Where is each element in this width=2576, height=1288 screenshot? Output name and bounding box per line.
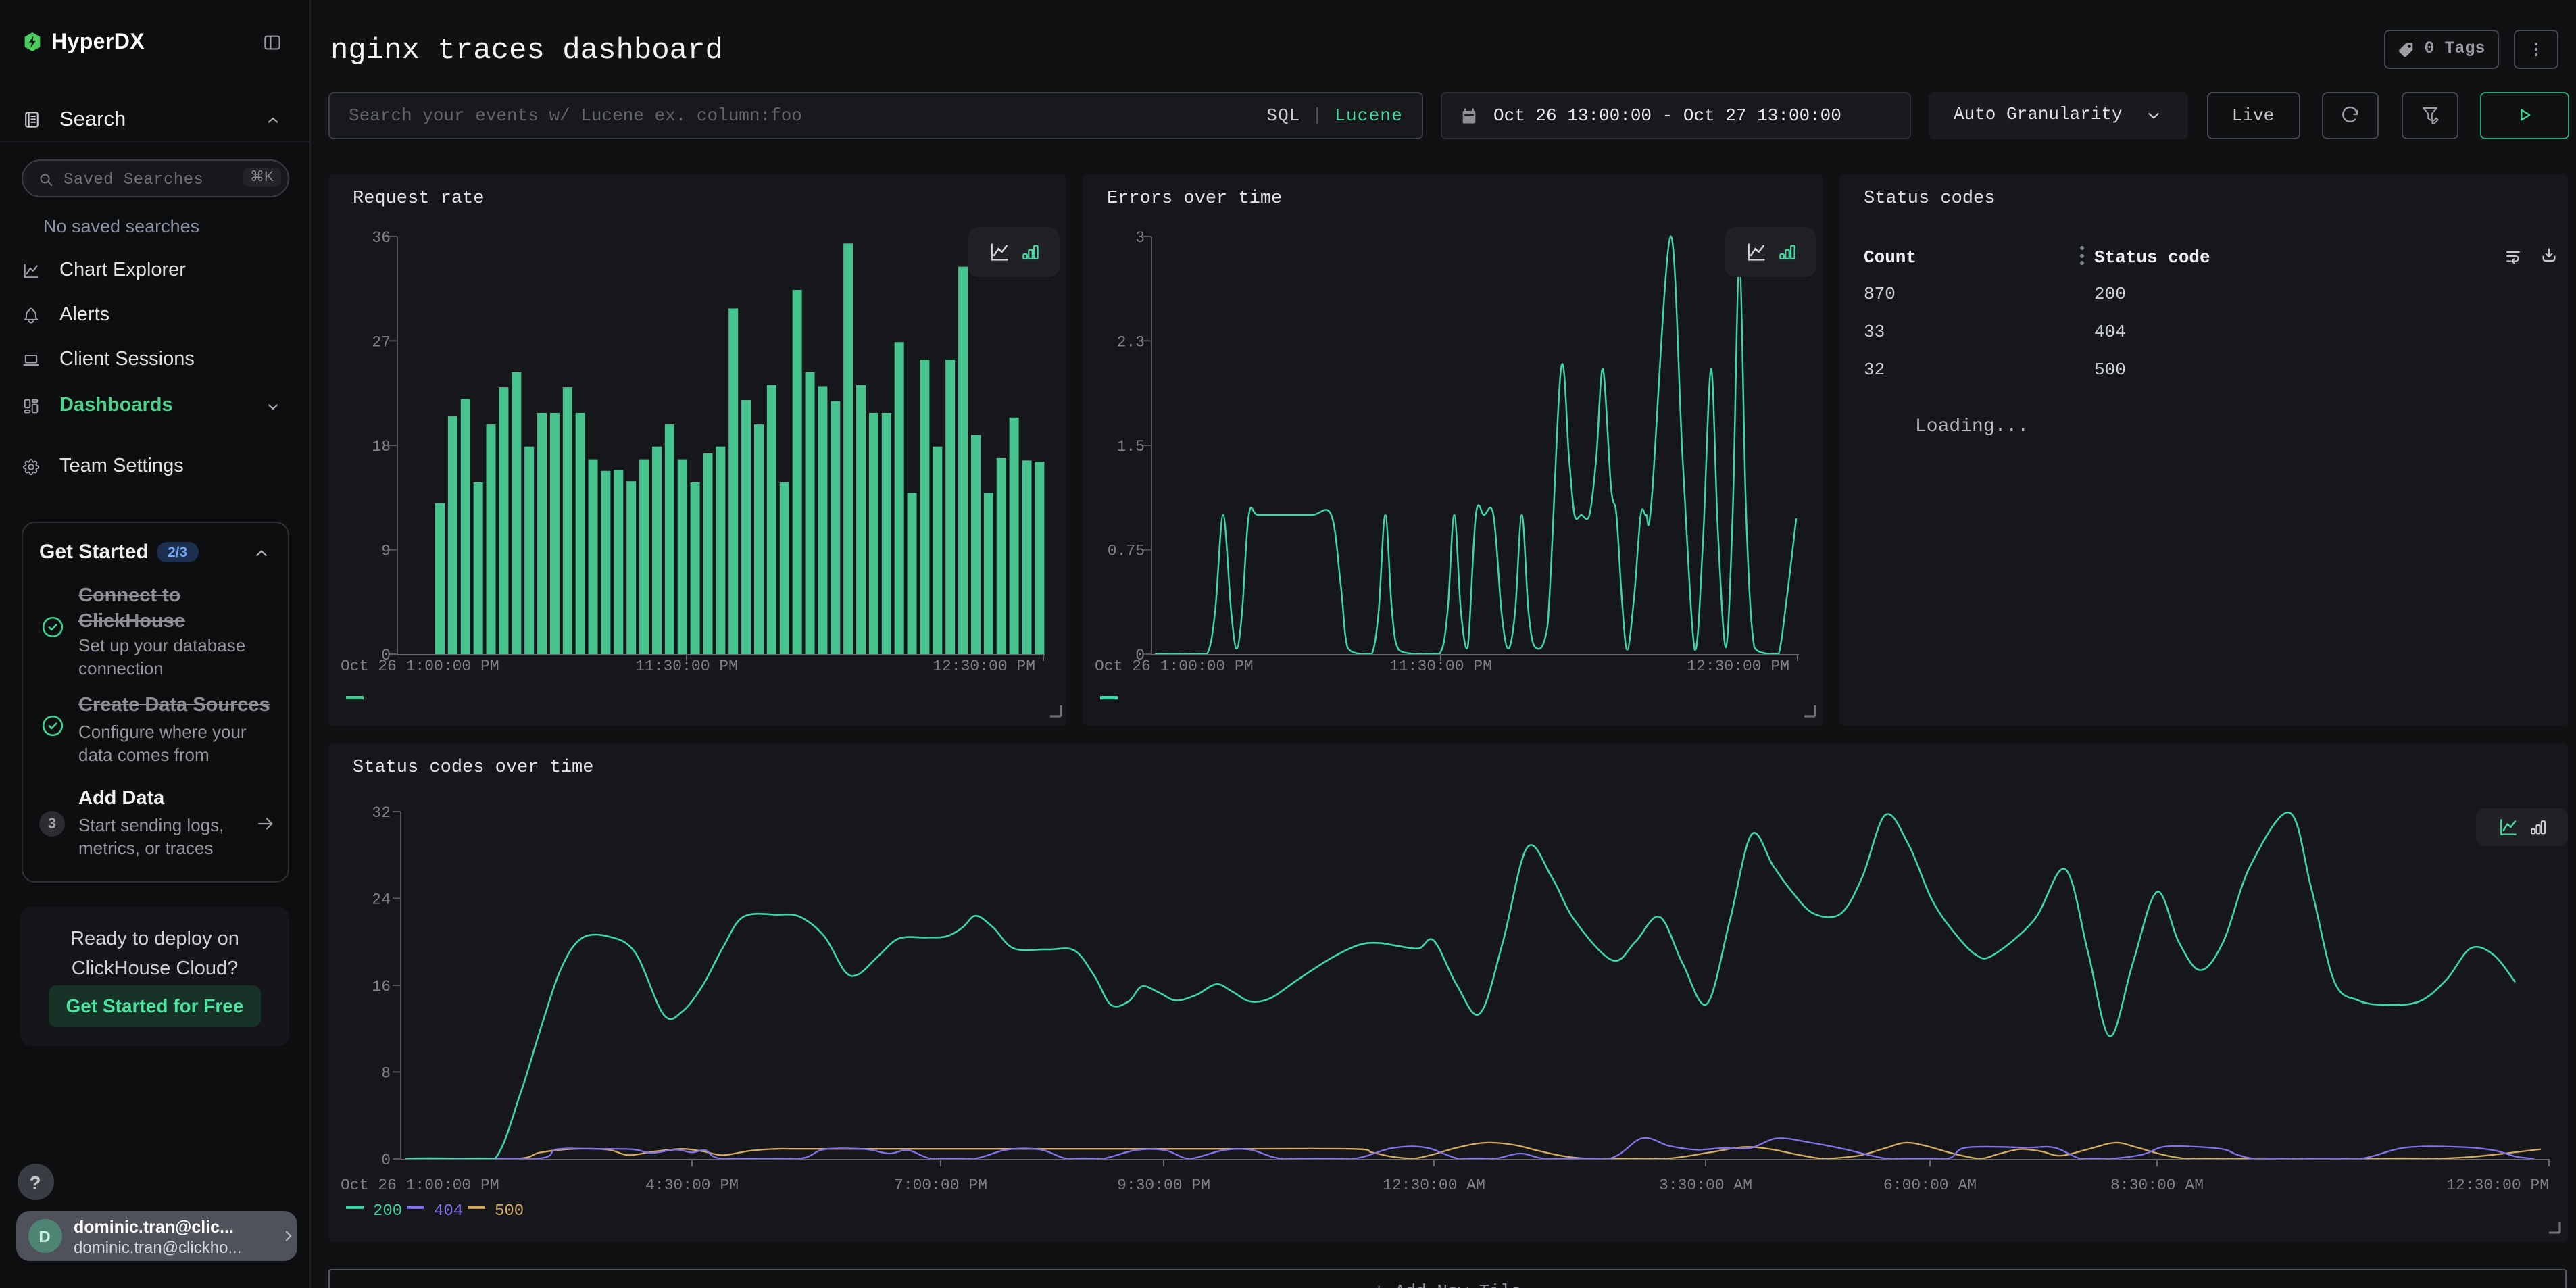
svg-text:8: 8 [381, 1064, 391, 1081]
svg-text:36: 36 [372, 229, 391, 247]
svg-text:16: 16 [372, 977, 391, 995]
svg-text:200: 200 [373, 1202, 402, 1220]
svg-text:6:00:00 AM: 6:00:00 AM [1883, 1176, 1977, 1193]
svg-text:12:30:00 PM: 12:30:00 PM [2446, 1176, 2549, 1193]
svg-text:404: 404 [434, 1202, 463, 1220]
svg-text:3: 3 [1135, 229, 1145, 247]
svg-text:1.5: 1.5 [1117, 438, 1145, 455]
svg-text:12:30:00 PM: 12:30:00 PM [1687, 658, 1789, 675]
svg-text:9: 9 [381, 543, 391, 560]
svg-text:24: 24 [372, 890, 391, 908]
svg-text:11:30:00 PM: 11:30:00 PM [635, 658, 738, 675]
svg-text:9:30:00 PM: 9:30:00 PM [1117, 1176, 1210, 1193]
svg-text:500: 500 [495, 1202, 524, 1220]
svg-text:2.3: 2.3 [1117, 333, 1145, 351]
svg-text:12:30:00 AM: 12:30:00 AM [1383, 1176, 1485, 1193]
svg-text:4:30:00 PM: 4:30:00 PM [645, 1176, 739, 1193]
svg-text:18: 18 [372, 438, 391, 455]
svg-text:27: 27 [372, 333, 391, 351]
svg-text:0.75: 0.75 [1108, 543, 1145, 560]
svg-text:11:30:00 PM: 11:30:00 PM [1389, 658, 1492, 675]
svg-text:Oct 26 1:00:00 PM: Oct 26 1:00:00 PM [341, 658, 499, 675]
svg-text:7:00:00 PM: 7:00:00 PM [894, 1176, 987, 1193]
svg-text:3:30:00 AM: 3:30:00 AM [1659, 1176, 1752, 1193]
svg-text:0: 0 [381, 1151, 391, 1168]
svg-text:32: 32 [372, 803, 391, 821]
svg-text:12:30:00 PM: 12:30:00 PM [933, 658, 1035, 675]
svg-text:Oct 26 1:00:00 PM: Oct 26 1:00:00 PM [341, 1176, 499, 1193]
svg-text:Oct 26 1:00:00 PM: Oct 26 1:00:00 PM [1095, 658, 1254, 675]
svg-text:8:30:00 AM: 8:30:00 AM [2110, 1176, 2204, 1193]
